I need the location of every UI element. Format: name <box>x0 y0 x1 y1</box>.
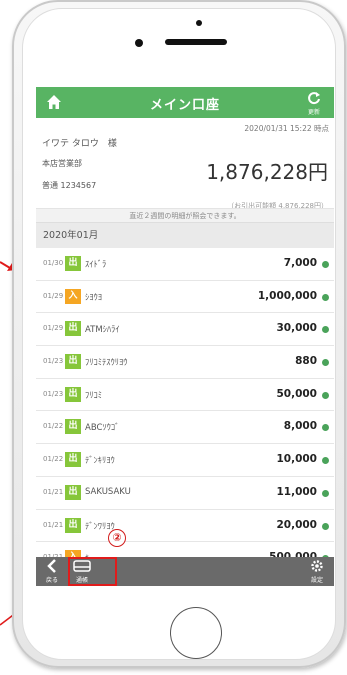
back-label: 戻る <box>45 577 58 584</box>
chevron-right-icon <box>322 359 329 367</box>
transaction-row[interactable]: 01/23 出 ﾌﾘｺﾐﾃｽｳﾘﾖｳ 880 <box>36 346 334 379</box>
balance-amount: 1,876,228円 <box>206 160 328 184</box>
transaction-list: 01/30 出ｽｲﾄﾞﾗ 7,000 01/29 入ｼﾖｳﾖ 1,000,000 01/29… <box>36 248 334 586</box>
transaction-description: ｼﾖｳﾖ <box>85 292 103 303</box>
transaction-row[interactable]: 01/21 出 SAKUSAKU 11,000 <box>36 476 334 510</box>
transaction-date: 01/21 <box>43 520 64 529</box>
transaction-type-badge: 出 <box>65 517 81 533</box>
transaction-description: SAKUSAKU <box>85 486 131 497</box>
back-button[interactable]: 戻る <box>42 559 62 584</box>
transaction-date: 01/22 <box>43 455 64 464</box>
home-button[interactable] <box>170 607 222 659</box>
settings-button[interactable]: 設定 <box>306 559 328 584</box>
header-bar: メイン口座 更新 <box>36 87 334 118</box>
transaction-description: ﾌﾘｺﾐ <box>85 390 103 401</box>
front-camera <box>196 20 202 26</box>
transaction-type-badge: 入 <box>65 288 81 304</box>
settings-label: 設定 <box>310 577 323 584</box>
chevron-right-icon <box>322 489 329 497</box>
transaction-row[interactable]: 01/21 出 ﾃﾞﾝﾜﾘﾖｳ 20,000 <box>36 509 334 543</box>
transaction-description: ﾃﾞﾝﾜﾘﾖｳ <box>85 521 115 532</box>
transaction-type-badge: 出 <box>65 419 81 435</box>
account-type-number: 普通 1234567 <box>42 181 97 190</box>
app-screen: メイン口座 更新 2020/01/31 15:22 時点 イワテ タロウ 様 本… <box>36 87 334 586</box>
passbook-highlight <box>68 557 117 586</box>
history-note: 直近２週間の明細が照会できます。 <box>36 208 334 223</box>
transaction-amount: 880 <box>295 355 317 368</box>
month-header: 2020年01月 <box>36 222 334 249</box>
transaction-type-badge: 出 <box>65 386 81 402</box>
transaction-row[interactable]: 01/29 入 ｼﾖｳﾖ 1,000,000 <box>36 280 334 314</box>
transaction-row[interactable]: 01/22 出 ABCｿｳｺﾞ 8,000 <box>36 411 334 445</box>
chevron-right-icon <box>322 391 329 399</box>
transaction-row[interactable]: 01/23 出 ﾌﾘｺﾐ 50,000 <box>36 378 334 412</box>
chevron-right-icon <box>322 261 329 268</box>
transaction-date: 01/22 <box>43 422 64 431</box>
transaction-amount: 10,000 <box>276 453 317 466</box>
transaction-date: 01/21 <box>43 487 64 496</box>
transaction-row[interactable]: 01/22 出 ﾃﾞﾝｷﾘﾖｳ 10,000 <box>36 444 334 477</box>
transaction-row[interactable]: 01/29 出 ATMｼﾊﾗｲ 30,000 <box>36 313 334 347</box>
chevron-right-icon <box>322 326 329 334</box>
transaction-description: ｽｲﾄﾞﾗ <box>85 260 107 270</box>
transaction-date: 01/23 <box>43 389 64 398</box>
transaction-amount: 30,000 <box>276 322 317 335</box>
page-title: メイン口座 <box>149 98 220 113</box>
chevron-right-icon <box>322 424 329 432</box>
transaction-date: 01/29 <box>43 291 64 300</box>
transaction-row[interactable]: 01/30 出 ｽｲﾄﾞﾗ 7,000 <box>36 248 334 281</box>
account-holder: イワテ タロウ 様 <box>42 139 117 149</box>
transaction-amount: 20,000 <box>276 518 317 531</box>
transaction-amount: 7,000 <box>283 257 317 269</box>
transaction-description: ATMｼﾊﾗｲ <box>85 325 120 336</box>
chevron-right-icon <box>322 522 329 530</box>
transaction-type-badge: 出 <box>65 484 81 500</box>
proximity-sensor <box>135 39 143 47</box>
step-number-badge: ② <box>108 529 126 547</box>
account-summary: 2020/01/31 15:22 時点 イワテ タロウ 様 本店営業部 普通 1… <box>36 118 334 222</box>
branch-name: 本店営業部 <box>42 159 82 168</box>
transaction-type-badge: 出 <box>65 321 81 337</box>
transaction-description: ABCｿｳｺﾞ <box>85 423 120 434</box>
transaction-description: ﾃﾞﾝｷﾘﾖｳ <box>85 456 115 467</box>
transaction-type-badge: 出 <box>65 256 81 271</box>
chevron-right-icon <box>322 457 329 465</box>
balance-timestamp: 2020/01/31 15:22 時点 <box>244 124 329 133</box>
transaction-date: 01/30 <box>43 259 64 267</box>
earpiece-speaker <box>165 39 227 45</box>
transaction-amount: 1,000,000 <box>257 289 317 302</box>
transaction-amount: 50,000 <box>276 387 317 400</box>
refresh-button[interactable]: 更新 <box>304 90 324 116</box>
back-icon <box>47 559 56 573</box>
refresh-icon <box>308 92 320 105</box>
transaction-date: 01/23 <box>43 357 64 366</box>
transaction-description: ﾌﾘｺﾐﾃｽｳﾘﾖｳ <box>85 358 128 369</box>
transaction-type-badge: 出 <box>65 452 81 468</box>
settings-icon <box>311 560 323 572</box>
refresh-label: 更新 <box>307 109 320 116</box>
transaction-date: 01/29 <box>43 324 64 333</box>
transaction-amount: 8,000 <box>283 420 317 433</box>
chevron-right-icon <box>322 293 329 301</box>
transaction-amount: 11,000 <box>276 485 317 498</box>
transaction-type-badge: 出 <box>65 354 81 370</box>
